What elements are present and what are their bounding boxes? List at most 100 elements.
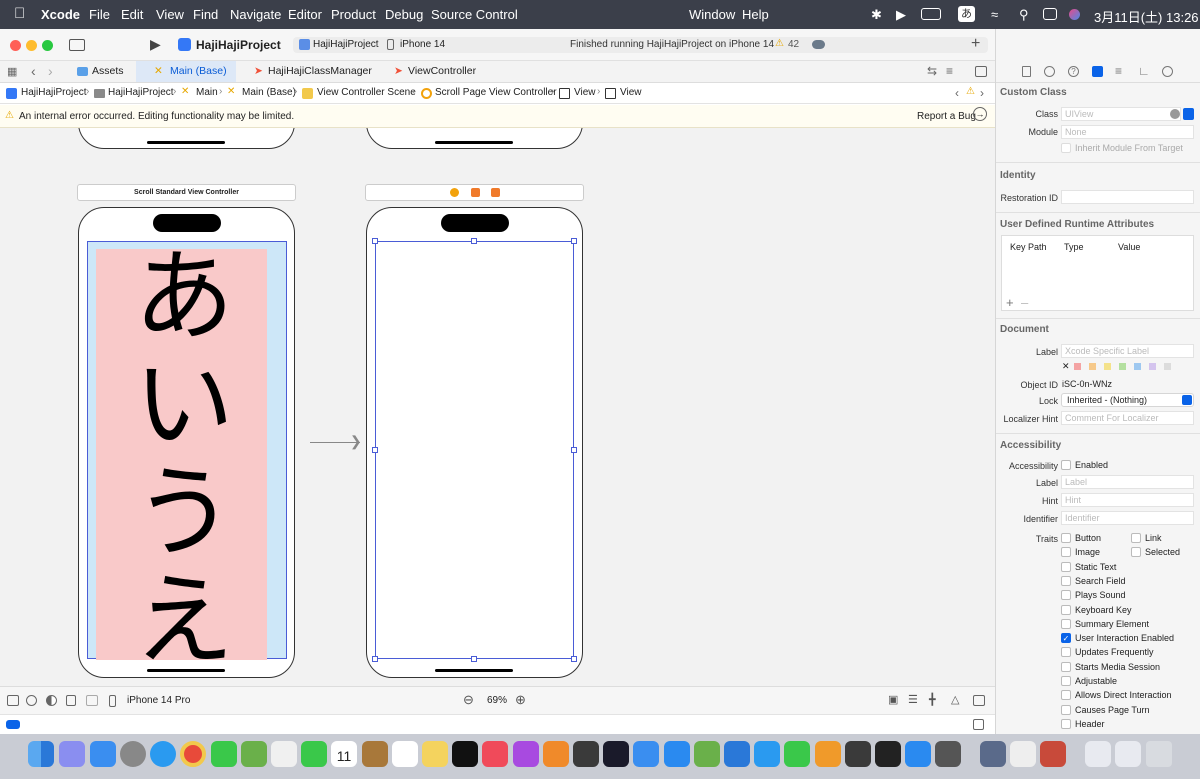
safari-icon[interactable]: [150, 741, 176, 767]
debug-panel-icon[interactable]: [973, 719, 984, 730]
script-editor-icon[interactable]: [694, 741, 720, 767]
tab-classmanager[interactable]: ➤ HajiHajiClassManager: [236, 61, 376, 82]
color-swatch[interactable]: [1074, 363, 1081, 370]
resize-handle[interactable]: [372, 238, 378, 244]
module-field[interactable]: None: [1061, 125, 1194, 139]
update-frames-icon[interactable]: ▣: [888, 693, 898, 706]
column-header[interactable]: Value: [1118, 242, 1140, 252]
bluetooth-icon[interactable]: ✱: [871, 7, 882, 23]
run-button[interactable]: ▶: [150, 36, 161, 53]
menu-navigate[interactable]: Navigate: [230, 7, 281, 22]
split-editor-icon[interactable]: [975, 66, 987, 77]
color-swatch[interactable]: [1089, 363, 1096, 370]
menu-editor[interactable]: Editor: [288, 7, 322, 22]
column-header[interactable]: Type: [1064, 242, 1084, 252]
menu-edit[interactable]: Edit: [121, 7, 143, 22]
trait-checkbox[interactable]: [1061, 561, 1071, 572]
trait-checkbox[interactable]: [1061, 647, 1071, 658]
breadcrumb-item[interactable]: View Controller Scene: [317, 87, 416, 98]
color-swatch[interactable]: [1119, 363, 1126, 370]
close-window-button[interactable]: [10, 40, 21, 51]
back-chevron-icon[interactable]: ‹: [31, 63, 36, 79]
terminal-icon[interactable]: [875, 741, 901, 767]
appearance-icon[interactable]: [26, 695, 37, 706]
tab-assets[interactable]: Assets: [62, 61, 136, 82]
breadcrumb-item[interactable]: Main: [196, 87, 218, 98]
zoom-level[interactable]: 69%: [487, 695, 507, 706]
resize-handle[interactable]: [471, 238, 477, 244]
forward-chevron-icon[interactable]: ›: [48, 63, 53, 79]
menu-window[interactable]: Window: [689, 7, 735, 22]
color-swatch[interactable]: [1149, 363, 1156, 370]
accessibility-identifier-field[interactable]: Identifier: [1061, 511, 1194, 525]
tab-main-base[interactable]: ✕ Main (Base): [136, 61, 236, 82]
selected-view[interactable]: [375, 241, 574, 659]
zoom-icon[interactable]: [905, 741, 931, 767]
orientation-icon[interactable]: [66, 695, 76, 706]
trash-icon[interactable]: [1146, 741, 1172, 767]
downloads-stack-icon[interactable]: [1085, 741, 1111, 767]
embed-icon[interactable]: [973, 695, 985, 706]
preview-icon[interactable]: [633, 741, 659, 767]
phone-frame-right[interactable]: [366, 207, 583, 678]
dictionary-icon[interactable]: [573, 741, 599, 767]
trait-checkbox[interactable]: [1061, 604, 1071, 615]
go-to-class-icon[interactable]: [1170, 109, 1180, 119]
variation-icon[interactable]: [86, 695, 98, 706]
resize-handle[interactable]: [372, 656, 378, 662]
navigator-toggle-icon[interactable]: [69, 39, 85, 51]
document-outline-icon[interactable]: [7, 695, 19, 706]
size-inspector-icon[interactable]: ∟: [1138, 64, 1150, 78]
device-config-label[interactable]: iPhone 14 Pro: [127, 695, 190, 706]
attributes-inspector-icon[interactable]: ≡: [1115, 64, 1122, 78]
trait-checkbox[interactable]: [1061, 690, 1071, 701]
music-icon[interactable]: [482, 741, 508, 767]
control-center-icon[interactable]: [1043, 8, 1057, 20]
textedit-icon[interactable]: [1010, 741, 1036, 767]
menu-view[interactable]: View: [156, 7, 184, 22]
launchpad-icon[interactable]: [59, 741, 85, 767]
simulator-icon[interactable]: [980, 741, 1006, 767]
help-inspector-icon[interactable]: ?: [1068, 66, 1079, 77]
trait-checkbox[interactable]: [1061, 718, 1071, 729]
connections-inspector-icon[interactable]: [1162, 66, 1173, 77]
numbers-icon[interactable]: [784, 741, 810, 767]
first-responder-icon[interactable]: [471, 188, 480, 197]
warning-icon[interactable]: ⚠: [966, 86, 975, 97]
color-swatch[interactable]: [1104, 363, 1111, 370]
trait-checkbox[interactable]: [1061, 533, 1071, 543]
editor-options-icon[interactable]: ≡: [946, 64, 953, 78]
add-attribute-button[interactable]: +: [1006, 295, 1014, 310]
dark-mode-icon[interactable]: [46, 695, 57, 706]
trait-checkbox[interactable]: [1061, 618, 1071, 629]
device-selector[interactable]: iPhone 14: [400, 39, 445, 50]
calculator-icon[interactable]: [935, 741, 961, 767]
zoom-out-icon[interactable]: ⊖: [463, 692, 474, 708]
menu-file[interactable]: File: [89, 7, 110, 22]
grid-icon[interactable]: ▦: [7, 65, 17, 78]
breadcrumb-item[interactable]: HajiHajiProject: [21, 87, 87, 98]
accessibility-hint-field[interactable]: Hint: [1061, 493, 1194, 507]
content-view[interactable]: あ い う え: [96, 249, 267, 660]
color-swatch[interactable]: [1134, 363, 1141, 370]
trait-checkbox[interactable]: ✓: [1061, 633, 1071, 644]
calendar-icon[interactable]: 11: [331, 741, 357, 767]
issue-next-icon[interactable]: ›: [980, 86, 984, 100]
clear-color-icon[interactable]: ✕: [1062, 361, 1070, 372]
localizer-hint-field[interactable]: Comment For Localizer: [1061, 411, 1194, 425]
play-circle-icon[interactable]: ▶: [896, 7, 906, 23]
trait-checkbox[interactable]: [1061, 676, 1071, 686]
menu-app-name[interactable]: Xcode: [41, 7, 80, 22]
debug-area-toggle-icon[interactable]: [6, 720, 20, 729]
dropdown-icon[interactable]: [1183, 108, 1194, 120]
inherit-module-checkbox[interactable]: [1061, 143, 1071, 153]
add-button[interactable]: +: [971, 35, 980, 53]
menu-find[interactable]: Find: [193, 7, 218, 22]
document-label-field[interactable]: Xcode Specific Label: [1061, 344, 1194, 358]
facetime-icon[interactable]: [301, 741, 327, 767]
class-field[interactable]: UIView: [1061, 107, 1181, 121]
accessibility-inspector-icon[interactable]: [845, 741, 871, 767]
arrow-right-circle-icon[interactable]: →: [973, 107, 987, 121]
tab-viewcontroller[interactable]: ➤ ViewController: [376, 61, 496, 82]
column-header[interactable]: Key Path: [1010, 242, 1047, 252]
